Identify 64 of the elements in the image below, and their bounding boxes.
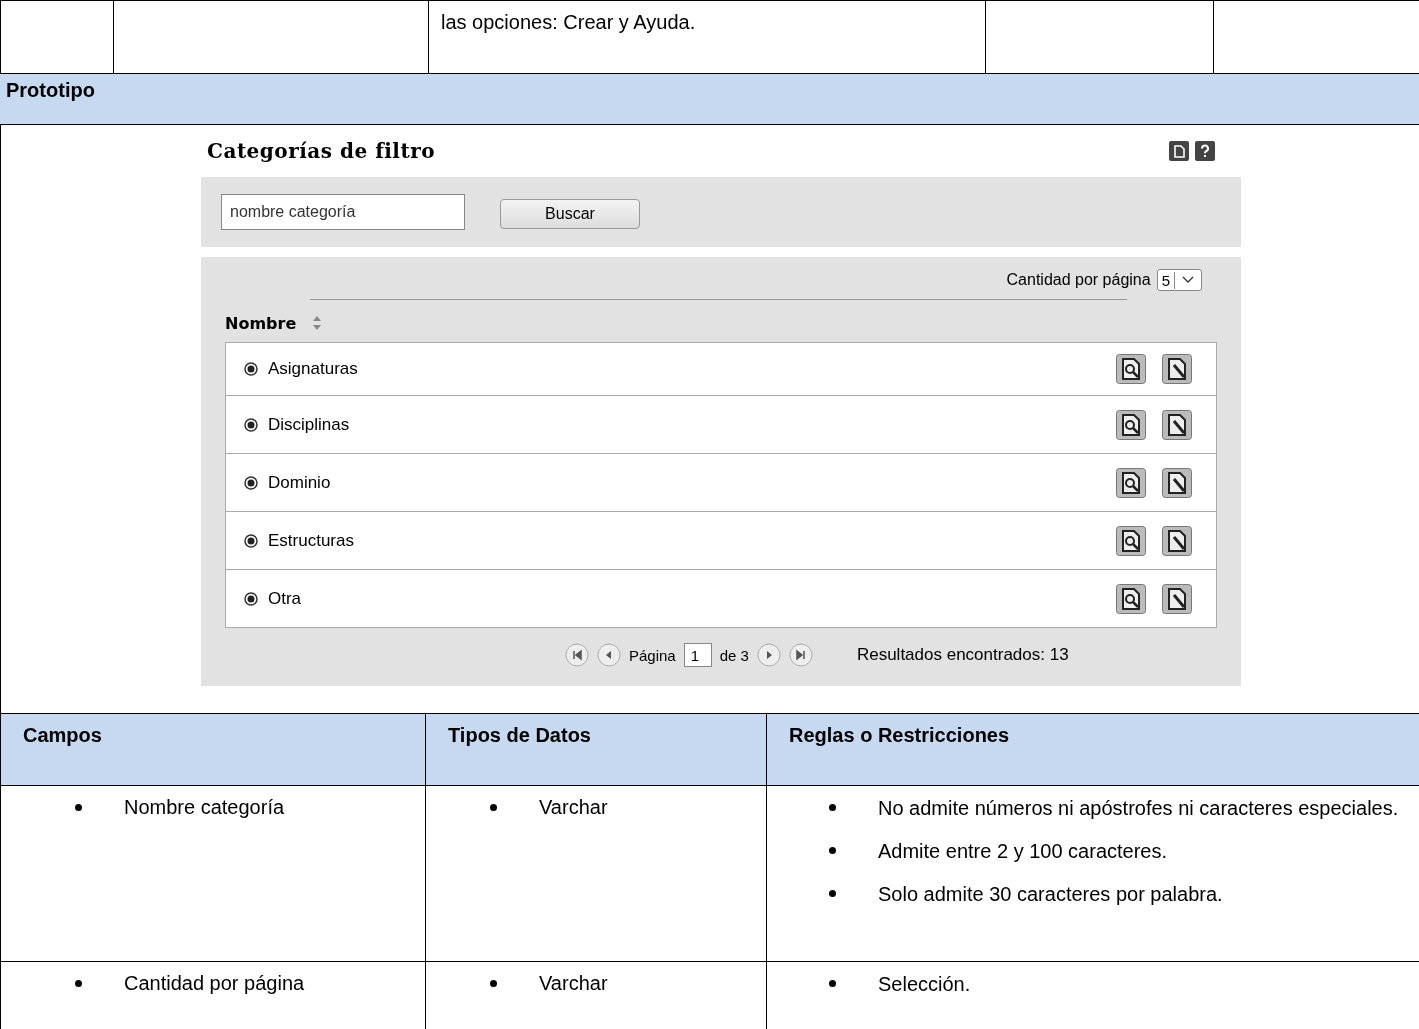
sort-icon[interactable] (312, 315, 323, 331)
page-label: Página (629, 646, 676, 664)
caret-icon[interactable] (1181, 276, 1195, 284)
edit-icon[interactable] (1162, 467, 1192, 498)
edit-icon[interactable] (1162, 354, 1192, 384)
view-icon[interactable] (1116, 525, 1146, 556)
row-label: Disciplinas (268, 414, 350, 435)
last-page-button[interactable] (788, 643, 813, 667)
edit-icon[interactable] (1162, 583, 1192, 614)
table-cell-text: Cantidad por página (124, 971, 305, 996)
bullet-icon (829, 847, 836, 854)
section-title: Prototipo (6, 79, 95, 101)
table-cell-text: Nombre categoría (124, 795, 285, 820)
column-title: Tipos de Datos (448, 724, 591, 746)
bullet-icon (829, 804, 836, 811)
list-row[interactable]: Estructuras (226, 511, 1216, 569)
page-number-field[interactable]: 1 (683, 643, 712, 667)
rule-text: Solo admite 30 caracteres por palabra. (878, 882, 1224, 907)
page-size-label: Cantidad por página (1006, 271, 1151, 289)
search-button[interactable]: Buscar (500, 199, 640, 229)
column-header[interactable]: Nombre (225, 313, 297, 333)
radio-button[interactable] (244, 591, 258, 606)
bullet-icon (829, 890, 836, 897)
view-icon[interactable] (1116, 354, 1146, 384)
column-title: Campos (23, 724, 102, 746)
next-page-button[interactable] (756, 643, 781, 667)
list-row[interactable]: Asignaturas (226, 343, 1216, 395)
radio-button[interactable] (244, 417, 258, 432)
list-row[interactable]: Dominio (226, 453, 1216, 511)
rule-text: Selección. (878, 972, 972, 997)
cell-text: las opciones: Crear y Ayuda. (441, 11, 696, 33)
search-field[interactable]: nombre categoría (221, 194, 465, 230)
bullet-icon (75, 980, 82, 987)
rule-text: Admite entre 2 y 100 caracteres. (878, 839, 1169, 864)
row-label: Asignaturas (268, 359, 358, 379)
row-label: Otra (268, 588, 302, 609)
rule-text: No admite números ni apóstrofes ni caracteres especiales. (878, 796, 1400, 821)
page-count: de 3 (719, 646, 749, 664)
new-document-icon[interactable] (1169, 141, 1189, 161)
bullet-icon (75, 804, 82, 811)
page-size-select[interactable]: 5 (1156, 269, 1202, 291)
row-label: Dominio (268, 472, 331, 493)
view-icon[interactable] (1116, 409, 1146, 440)
table-cell-text: Varchar (539, 795, 608, 820)
list-row[interactable]: Disciplinas (226, 395, 1216, 453)
list-row[interactable]: Otra (226, 569, 1216, 627)
row-label: Estructuras (268, 530, 354, 551)
view-icon[interactable] (1116, 583, 1146, 614)
radio-button[interactable] (244, 362, 258, 376)
bullet-icon (829, 980, 836, 987)
results-count: Resultados encontrados: 13 (856, 645, 1069, 665)
first-page-button[interactable] (565, 643, 589, 667)
bullet-icon (490, 804, 497, 811)
help-icon[interactable] (1195, 141, 1215, 161)
page-title: Categorías de filtro (207, 139, 436, 163)
radio-button[interactable] (244, 533, 258, 548)
column-title: Reglas o Restricciones (789, 724, 1010, 746)
table-cell-text: Varchar (539, 971, 608, 996)
edit-icon[interactable] (1162, 409, 1192, 440)
view-icon[interactable] (1116, 467, 1146, 498)
bullet-icon (490, 980, 497, 987)
previous-page-button[interactable] (597, 643, 621, 667)
radio-button[interactable] (244, 475, 258, 490)
edit-icon[interactable] (1162, 525, 1192, 556)
